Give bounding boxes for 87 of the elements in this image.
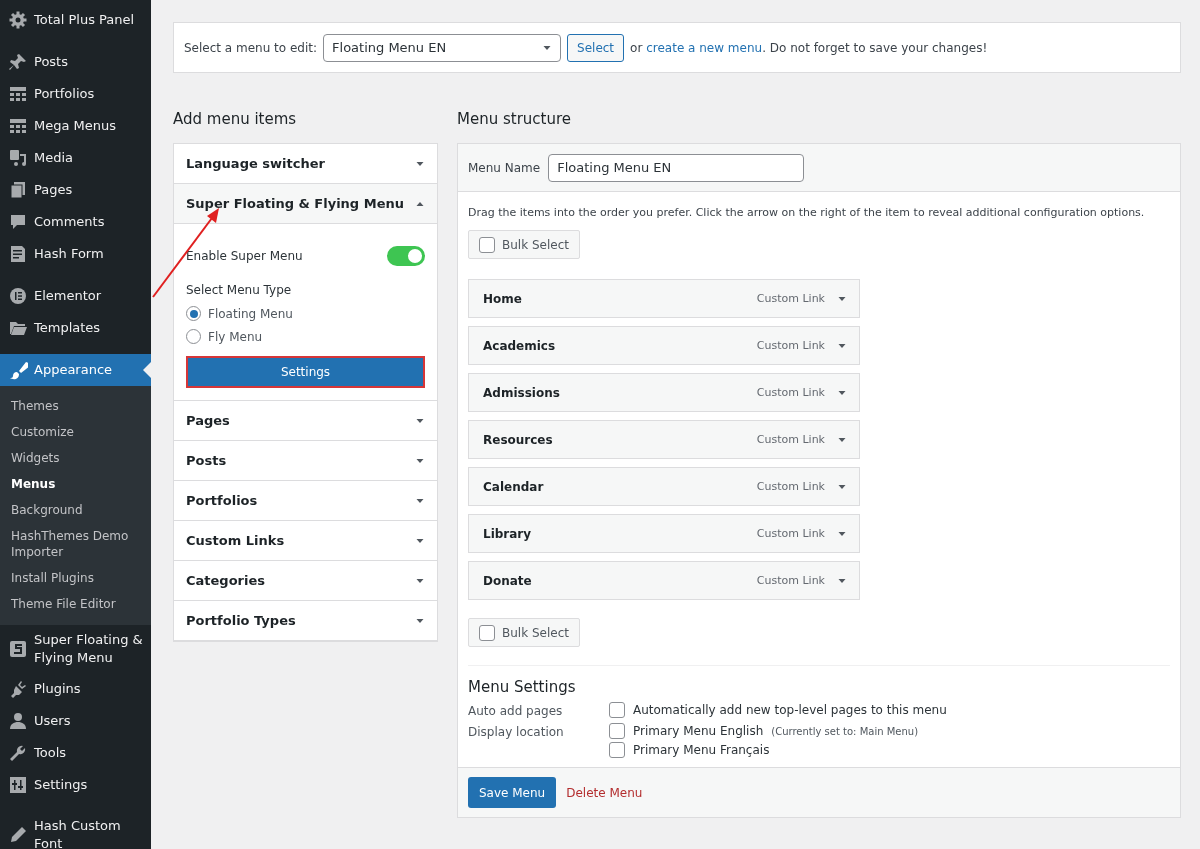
- sidebar-item[interactable]: Portfolios: [0, 78, 151, 110]
- menu-item[interactable]: Academics Custom Link: [468, 326, 860, 365]
- note-text: (Currently set to: Main Menu): [771, 725, 919, 737]
- menu-dropdown[interactable]: Floating Menu EN: [323, 33, 562, 62]
- brush-icon: [8, 360, 28, 380]
- checkbox[interactable]: [609, 723, 625, 739]
- radio-button[interactable]: [186, 329, 201, 344]
- radio-label: Floating Menu: [208, 306, 293, 321]
- accordion-header[interactable]: Portfolio Types: [174, 601, 437, 641]
- sidebar-item[interactable]: Hash Custom Font: [0, 811, 151, 849]
- accordion-header[interactable]: Portfolios: [174, 481, 437, 521]
- sidebar-item[interactable]: Elementor: [0, 280, 151, 312]
- field-label: Display location: [468, 724, 565, 741]
- menu-item[interactable]: Donate Custom Link: [468, 561, 860, 600]
- pages-icon: [8, 180, 28, 200]
- submenu-item[interactable]: Theme File Editor: [0, 591, 151, 617]
- menu-item[interactable]: Library Custom Link: [468, 514, 860, 553]
- menu-item[interactable]: Resources Custom Link: [468, 420, 860, 459]
- media-icon: [8, 148, 28, 168]
- sidebar-item[interactable]: Hash Form: [0, 238, 151, 270]
- checkbox-label: Primary Menu English: [633, 724, 764, 738]
- bulk-select-button[interactable]: Bulk Select: [468, 618, 580, 647]
- settings-button[interactable]: Settings: [186, 356, 425, 388]
- radio-button[interactable]: [186, 306, 201, 321]
- submenu-item[interactable]: Menus: [0, 471, 151, 497]
- section-heading: Add menu items: [173, 109, 298, 129]
- accordion-header[interactable]: Categories: [174, 561, 437, 601]
- menu-item[interactable]: Home Custom Link: [468, 279, 860, 318]
- checkbox[interactable]: [609, 742, 625, 758]
- help-text: or create a new menu. Do not forget to save your changes!: [630, 40, 988, 55]
- user-icon: [8, 711, 28, 731]
- sidebar-item[interactable]: Settings: [0, 769, 151, 801]
- sidebar-item[interactable]: Mega Menus: [0, 110, 151, 142]
- sliders-icon: [8, 775, 28, 795]
- instructions-text: Drag the items into the order you prefer. Click the arrow on the right of the item to reveal additional configuration options.: [468, 206, 1146, 219]
- accordion-header[interactable]: Super Floating & Flying Menu: [174, 184, 437, 224]
- menu-item[interactable]: Calendar Custom Link: [468, 467, 860, 506]
- field-label: Menu Name: [468, 160, 541, 175]
- select-button[interactable]: Select: [567, 33, 625, 62]
- accordion-header[interactable]: Custom Links: [174, 521, 437, 561]
- toggle-label: Enable Super Menu: [186, 249, 303, 263]
- radio-label: Fly Menu: [208, 329, 263, 344]
- menu-item[interactable]: Admissions Custom Link: [468, 373, 860, 412]
- circle-logo-icon: [8, 286, 28, 306]
- bulk-select-button[interactable]: Bulk Select: [468, 230, 580, 259]
- sidebar-item[interactable]: Templates: [0, 312, 151, 344]
- wrench-icon: [8, 743, 28, 763]
- field-label: Auto add pages: [468, 703, 564, 720]
- pin-icon: [8, 52, 28, 72]
- submenu-item[interactable]: HashThemes Demo Importer: [0, 523, 151, 565]
- sidebar-item[interactable]: Posts: [0, 46, 151, 78]
- s-logo-icon: [8, 639, 28, 659]
- save-menu-button[interactable]: Save Menu: [468, 777, 557, 808]
- field-label: Select a menu to edit:: [184, 40, 318, 55]
- submenu-item[interactable]: Background: [0, 497, 151, 523]
- field-label: Select Menu Type: [186, 283, 293, 297]
- create-menu-link[interactable]: create a new menu: [646, 40, 763, 55]
- sidebar-item[interactable]: Pages: [0, 174, 151, 206]
- submenu-item[interactable]: Install Plugins: [0, 565, 151, 591]
- section-heading: Menu structure: [457, 109, 573, 129]
- grid-icon: [8, 84, 28, 104]
- menu-name-field[interactable]: Floating Menu EN: [548, 153, 805, 182]
- accordion-header[interactable]: Posts: [174, 441, 437, 481]
- sidebar-item[interactable]: Total Plus Panel: [0, 4, 151, 36]
- sidebar-item[interactable]: Comments: [0, 206, 151, 238]
- grid-icon: [8, 116, 28, 136]
- pencil-icon: [8, 825, 28, 845]
- comment-icon: [8, 212, 28, 232]
- section-heading: Menu Settings: [468, 678, 577, 696]
- checkbox[interactable]: [479, 236, 495, 253]
- sidebar-item[interactable]: Appearance: [0, 354, 151, 386]
- checkbox[interactable]: [609, 702, 625, 718]
- checkbox-label: Primary Menu Français: [633, 743, 770, 757]
- checkbox[interactable]: [479, 624, 495, 641]
- sidebar-item[interactable]: Super Floating & Flying Menu: [0, 625, 151, 673]
- submenu-item[interactable]: Customize: [0, 419, 151, 445]
- submenu-item[interactable]: Widgets: [0, 445, 151, 471]
- accordion-header[interactable]: Pages: [174, 401, 437, 441]
- sidebar-item[interactable]: Plugins: [0, 673, 151, 705]
- sidebar-item[interactable]: Media: [0, 142, 151, 174]
- sidebar-item[interactable]: Tools: [0, 737, 151, 769]
- toggle-switch[interactable]: [387, 246, 425, 266]
- delete-menu-link[interactable]: Delete Menu: [566, 785, 643, 800]
- submenu-item[interactable]: Themes: [0, 393, 151, 419]
- checkbox-label: Automatically add new top-level pages to this menu: [633, 703, 947, 717]
- sidebar-item[interactable]: Users: [0, 705, 151, 737]
- form-icon: [8, 244, 28, 264]
